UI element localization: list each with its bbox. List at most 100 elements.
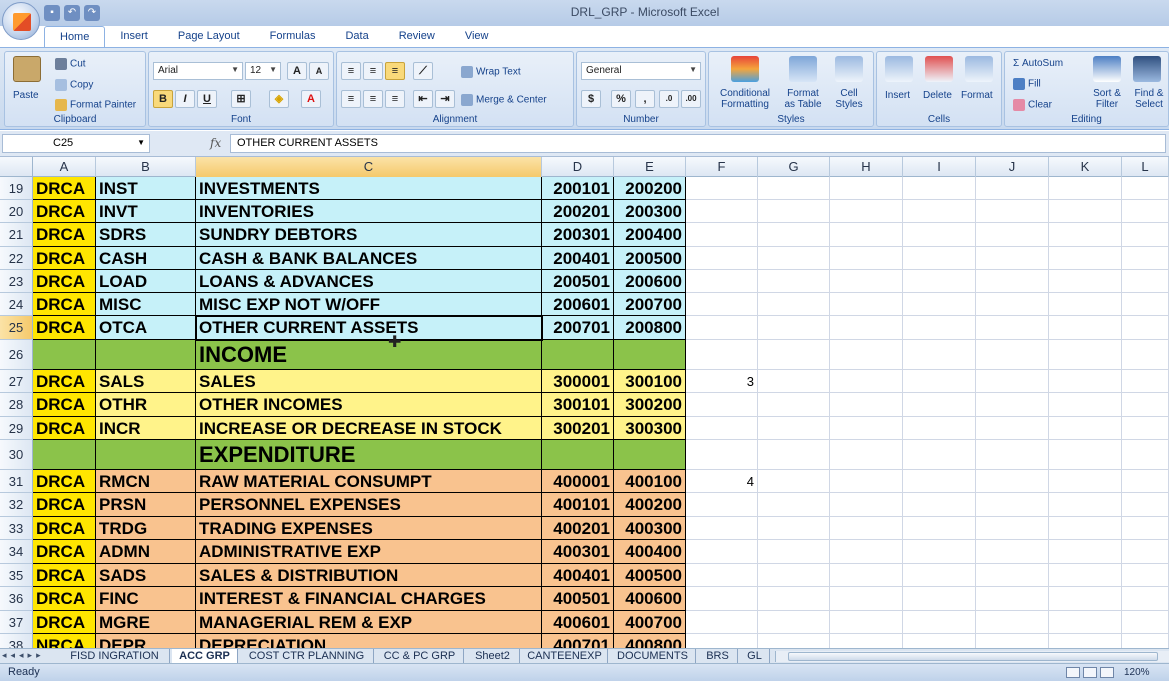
cell-b[interactable]: SDRS xyxy=(96,223,196,247)
empty-cell[interactable] xyxy=(758,634,830,648)
empty-cell[interactable] xyxy=(758,316,830,340)
empty-cell[interactable] xyxy=(1049,493,1122,517)
cell-e[interactable]: 400200 xyxy=(614,493,686,517)
row-header[interactable]: 31 xyxy=(0,470,33,493)
empty-cell[interactable] xyxy=(830,634,903,648)
column-header-k[interactable]: K xyxy=(1049,157,1122,177)
cell-d[interactable]: 400601 xyxy=(542,611,614,634)
cell-d[interactable]: 200201 xyxy=(542,200,614,223)
empty-cell[interactable] xyxy=(976,493,1049,517)
cell-c[interactable]: SALES xyxy=(196,370,542,393)
empty-cell[interactable] xyxy=(1122,611,1169,634)
underline-button[interactable]: U xyxy=(197,90,217,108)
empty-cell[interactable] xyxy=(758,293,830,316)
empty-cell[interactable] xyxy=(1122,417,1169,440)
cell-b[interactable]: ADMN xyxy=(96,540,196,564)
empty-cell[interactable] xyxy=(830,270,903,293)
empty-cell[interactable] xyxy=(830,540,903,564)
empty-cell[interactable] xyxy=(1122,517,1169,540)
normal-view-icon[interactable] xyxy=(1066,667,1080,678)
empty-cell[interactable] xyxy=(903,493,976,517)
cell-e[interactable]: 200600 xyxy=(614,270,686,293)
empty-cell[interactable] xyxy=(758,440,830,470)
empty-cell[interactable] xyxy=(758,247,830,270)
empty-cell[interactable] xyxy=(976,417,1049,440)
empty-cell[interactable] xyxy=(903,293,976,316)
cell-f[interactable] xyxy=(686,340,758,370)
sort-filter-button[interactable]: Sort & Filter xyxy=(1089,88,1125,110)
row-header[interactable]: 29 xyxy=(0,417,33,440)
empty-cell[interactable] xyxy=(903,340,976,370)
sheet-tab[interactable]: FISD INGRATION xyxy=(60,649,170,664)
delete-button[interactable]: Delete xyxy=(923,90,952,101)
cell-b[interactable]: INVT xyxy=(96,200,196,223)
cell-c[interactable]: OTHER CURRENT ASSETS xyxy=(196,316,542,340)
empty-cell[interactable] xyxy=(758,223,830,247)
empty-cell[interactable] xyxy=(758,417,830,440)
column-header-i[interactable]: I xyxy=(903,157,976,177)
cell-c[interactable]: TRADING EXPENSES xyxy=(196,517,542,540)
empty-cell[interactable] xyxy=(758,270,830,293)
sheet-nav-arrows-icon[interactable]: ◂◂◂▸▸ xyxy=(2,650,45,661)
cell-c[interactable]: SALES & DISTRIBUTION xyxy=(196,564,542,587)
empty-cell[interactable] xyxy=(976,177,1049,200)
row-header[interactable]: 30 xyxy=(0,440,33,470)
empty-cell[interactable] xyxy=(1049,417,1122,440)
sheet-tab[interactable]: DOCUMENTS xyxy=(610,649,696,664)
empty-cell[interactable] xyxy=(1049,587,1122,611)
cell-d[interactable]: 300101 xyxy=(542,393,614,417)
empty-cell[interactable] xyxy=(976,223,1049,247)
cell-b[interactable]: SADS xyxy=(96,564,196,587)
cell-d[interactable]: 400401 xyxy=(542,564,614,587)
cell-a[interactable]: DRCA xyxy=(33,370,96,393)
sheet-tab[interactable]: CANTEENEXP xyxy=(522,649,608,664)
row-header[interactable]: 23 xyxy=(0,270,33,293)
empty-cell[interactable] xyxy=(1122,270,1169,293)
column-header-l[interactable]: L xyxy=(1122,157,1169,177)
cell-c[interactable]: OTHER INCOMES xyxy=(196,393,542,417)
cell-a[interactable]: DRCA xyxy=(33,177,96,200)
cell-f[interactable] xyxy=(686,393,758,417)
empty-cell[interactable] xyxy=(830,470,903,493)
row-header[interactable]: 19 xyxy=(0,177,33,200)
grow-font-button[interactable]: A xyxy=(287,62,307,80)
empty-cell[interactable] xyxy=(976,316,1049,340)
row-header[interactable]: 35 xyxy=(0,564,33,587)
paste-icon[interactable] xyxy=(13,56,41,82)
row-header[interactable]: 20 xyxy=(0,200,33,223)
sheet-tab[interactable]: GL xyxy=(740,649,770,664)
align-left-icon[interactable]: ≡ xyxy=(341,90,361,108)
empty-cell[interactable] xyxy=(758,611,830,634)
empty-cell[interactable] xyxy=(830,247,903,270)
cell-a[interactable]: DRCA xyxy=(33,200,96,223)
scroll-thumb[interactable] xyxy=(788,652,1158,661)
insert-button[interactable]: Insert xyxy=(885,90,910,101)
cell-c[interactable]: INCREASE OR DECREASE IN STOCK xyxy=(196,417,542,440)
cell-f[interactable] xyxy=(686,493,758,517)
row-header[interactable]: 25 xyxy=(0,316,33,340)
cell-e[interactable]: 200300 xyxy=(614,200,686,223)
empty-cell[interactable] xyxy=(830,587,903,611)
cell-a[interactable]: DRCA xyxy=(33,293,96,316)
row-header[interactable]: 38 xyxy=(0,634,33,648)
clear-button[interactable]: Clear xyxy=(1013,99,1052,111)
empty-cell[interactable] xyxy=(903,517,976,540)
empty-cell[interactable] xyxy=(1049,393,1122,417)
cell-e[interactable]: 400600 xyxy=(614,587,686,611)
empty-cell[interactable] xyxy=(830,200,903,223)
cell-b[interactable]: SALS xyxy=(96,370,196,393)
horizontal-scrollbar[interactable] xyxy=(775,651,1169,662)
cell-d[interactable]: 200601 xyxy=(542,293,614,316)
row-header[interactable]: 28 xyxy=(0,393,33,417)
sheet-tab[interactable]: ACC GRP xyxy=(172,649,238,664)
cell-b[interactable] xyxy=(96,340,196,370)
format-painter-button[interactable]: Format Painter xyxy=(55,99,136,111)
empty-cell[interactable] xyxy=(1122,223,1169,247)
cell-styles-icon[interactable] xyxy=(835,56,863,82)
cell-f[interactable] xyxy=(686,517,758,540)
cell-e[interactable]: 400500 xyxy=(614,564,686,587)
cell-d[interactable]: 200501 xyxy=(542,270,614,293)
cell-a[interactable]: DRCA xyxy=(33,247,96,270)
sheet-tab[interactable]: CC & PC GRP xyxy=(376,649,464,664)
empty-cell[interactable] xyxy=(1122,587,1169,611)
